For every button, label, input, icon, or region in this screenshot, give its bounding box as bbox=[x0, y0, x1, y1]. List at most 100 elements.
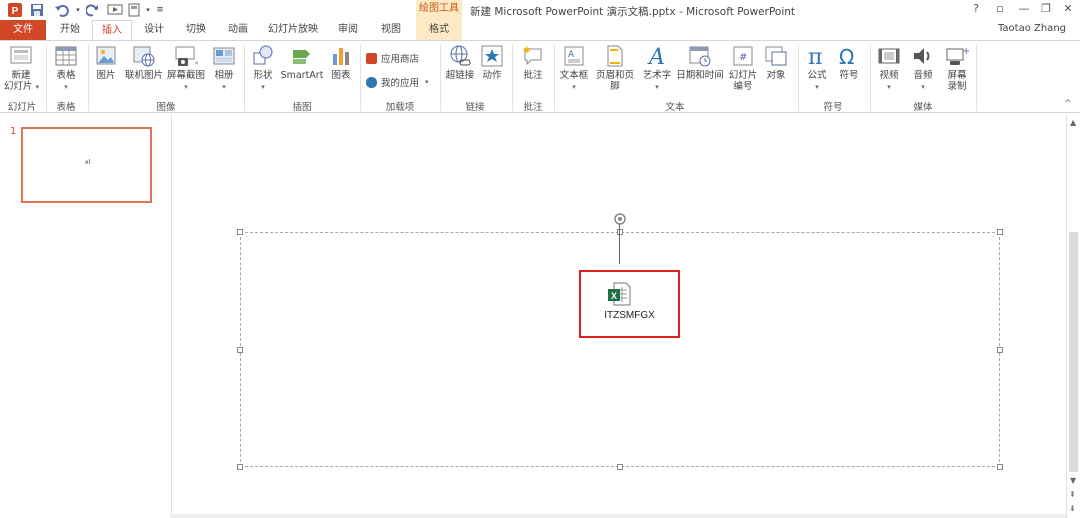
hyperlink-button[interactable]: 超链接 bbox=[444, 44, 476, 81]
video-button[interactable]: 视频 ▾ bbox=[874, 44, 904, 93]
customize-qat-icon[interactable]: ≡ bbox=[156, 2, 164, 18]
header-footer-icon bbox=[603, 44, 627, 68]
slide-number-button[interactable]: # 幻灯片 编号 bbox=[726, 44, 760, 92]
qat-more-icon[interactable]: ▾ bbox=[144, 2, 152, 18]
scrollbar-thumb[interactable] bbox=[1069, 232, 1078, 472]
resize-handle[interactable] bbox=[237, 347, 243, 353]
new-slide-label: 新建 幻灯片 ▾ bbox=[4, 70, 40, 92]
online-picture-button[interactable]: 联机图片 bbox=[122, 44, 166, 81]
tab-transitions[interactable]: 切换 bbox=[176, 20, 216, 40]
vertical-scrollbar[interactable]: ▲ ▼ ⇞ ⇟ bbox=[1066, 114, 1080, 518]
group-images-label: 图像 bbox=[156, 102, 176, 113]
my-apps-button[interactable]: 我的应用 ▾ bbox=[366, 75, 429, 89]
help-button[interactable]: ? bbox=[968, 2, 984, 16]
tab-insert[interactable]: 插入 bbox=[92, 20, 132, 41]
picture-button[interactable]: 图片 bbox=[92, 44, 120, 81]
screen-record-label: 屏幕 录制 bbox=[947, 70, 967, 92]
rotate-icon[interactable] bbox=[613, 212, 627, 229]
selected-placeholder-frame[interactable] bbox=[240, 232, 1000, 467]
textbox-button[interactable]: A 文本框 ▾ bbox=[558, 44, 590, 93]
group-separator bbox=[244, 45, 245, 111]
shapes-button[interactable]: 形状 ▾ bbox=[248, 44, 278, 93]
tab-home[interactable]: 开始 bbox=[50, 20, 90, 40]
tab-file[interactable]: 文件 bbox=[0, 20, 46, 40]
group-media-label: 媒体 bbox=[913, 102, 933, 113]
group-slides-label: 幻灯片 bbox=[7, 102, 37, 113]
smartart-label: SmartArt bbox=[280, 70, 324, 81]
album-button[interactable]: 相册 ▾ bbox=[208, 44, 240, 93]
slide-thumbnail[interactable]: xl bbox=[21, 127, 152, 203]
undo-dropdown-icon[interactable]: ▾ bbox=[74, 2, 82, 18]
tab-review[interactable]: 审阅 bbox=[328, 20, 368, 40]
resize-handle[interactable] bbox=[997, 229, 1003, 235]
svg-text:π: π bbox=[808, 45, 822, 68]
save-icon[interactable] bbox=[28, 2, 46, 18]
comment-icon: ✱ bbox=[521, 44, 545, 68]
touch-mode-icon[interactable] bbox=[126, 2, 144, 18]
chart-label: 图表 bbox=[331, 70, 351, 81]
chart-icon bbox=[329, 44, 353, 68]
screen-record-icon: + bbox=[945, 44, 970, 68]
start-slideshow-icon[interactable] bbox=[106, 2, 124, 18]
collapse-ribbon-icon[interactable]: ^ bbox=[1064, 99, 1072, 109]
tab-slideshow[interactable]: 幻灯片放映 bbox=[260, 20, 326, 40]
title-bar: P ▾ ▾ ≡ 绘图工具 新建 Microsoft PowerPoint 演示文… bbox=[0, 0, 1080, 20]
ribbon-display-options-button[interactable]: ▫ bbox=[992, 2, 1008, 16]
close-button[interactable]: ✕ bbox=[1060, 2, 1076, 16]
object-button[interactable]: 对象 bbox=[762, 44, 790, 81]
svg-text:✱: ✱ bbox=[523, 46, 531, 56]
scroll-up-icon[interactable]: ▲ bbox=[1070, 118, 1076, 127]
table-button[interactable]: 表格 ▾ bbox=[50, 44, 82, 93]
table-label: 表格 bbox=[56, 70, 76, 81]
minimize-button[interactable]: — bbox=[1016, 2, 1032, 16]
resize-handle[interactable] bbox=[617, 229, 623, 235]
smartart-button[interactable]: SmartArt bbox=[280, 44, 324, 81]
resize-handle[interactable] bbox=[617, 464, 623, 470]
next-slide-icon[interactable]: ⇟ bbox=[1069, 504, 1076, 513]
tab-format[interactable]: 格式 bbox=[416, 20, 462, 40]
speaker-icon bbox=[911, 44, 935, 68]
ribbon-tabs: 文件 开始 插入 设计 切换 动画 幻灯片放映 审阅 视图 格式 bbox=[0, 20, 1080, 41]
horizontal-scrollbar[interactable] bbox=[170, 514, 1066, 518]
app-store-button[interactable]: 应用商店 bbox=[366, 51, 419, 65]
audio-button[interactable]: 音频 ▾ bbox=[908, 44, 938, 93]
highlight-annotation-box bbox=[579, 270, 680, 338]
slide-number: 1 bbox=[10, 126, 17, 137]
symbol-button[interactable]: Ω 符号 bbox=[834, 44, 864, 81]
resize-handle[interactable] bbox=[997, 347, 1003, 353]
group-separator bbox=[870, 45, 871, 111]
group-comments-label: 批注 bbox=[523, 102, 543, 113]
chart-button[interactable]: 图表 bbox=[326, 44, 356, 81]
online-picture-label: 联机图片 bbox=[124, 70, 163, 81]
header-footer-label: 页眉和页脚 bbox=[595, 70, 634, 92]
new-slide-button[interactable]: 新建 幻灯片 ▾ bbox=[4, 44, 40, 93]
group-addins-label: 加载项 bbox=[385, 102, 415, 113]
previous-slide-icon[interactable]: ⇞ bbox=[1069, 490, 1076, 499]
action-button[interactable]: 动作 bbox=[478, 44, 506, 81]
svg-text:Ω: Ω bbox=[839, 45, 854, 68]
window-title: 新建 Microsoft PowerPoint 演示文稿.pptx - Micr… bbox=[470, 6, 796, 18]
resize-handle[interactable] bbox=[237, 464, 243, 470]
group-separator bbox=[440, 45, 441, 111]
group-separator bbox=[554, 45, 555, 111]
scroll-down-icon[interactable]: ▼ bbox=[1070, 476, 1076, 485]
tab-animations[interactable]: 动画 bbox=[218, 20, 258, 40]
header-footer-button[interactable]: 页眉和页脚 bbox=[592, 44, 638, 92]
screenshot-button[interactable]: + 屏幕截图▾ bbox=[166, 44, 206, 93]
redo-icon[interactable] bbox=[84, 2, 102, 18]
screen-record-button[interactable]: + 屏幕 录制 bbox=[942, 44, 972, 92]
maximize-button[interactable]: ❐ bbox=[1038, 2, 1054, 16]
tab-view[interactable]: 视图 bbox=[370, 20, 412, 40]
screenshot-icon: + bbox=[174, 44, 202, 69]
my-apps-dropdown-icon[interactable]: ▾ bbox=[425, 78, 429, 86]
date-time-button[interactable]: 日期和时间 bbox=[676, 44, 724, 81]
comment-button[interactable]: ✱ 批注 bbox=[518, 44, 548, 81]
slide-number-label: 幻灯片 编号 bbox=[728, 70, 758, 92]
resize-handle[interactable] bbox=[237, 229, 243, 235]
resize-handle[interactable] bbox=[997, 464, 1003, 470]
equation-button[interactable]: π 公式 ▾ bbox=[802, 44, 832, 93]
wordart-button[interactable]: A 艺术字 ▾ bbox=[640, 44, 674, 93]
tab-design[interactable]: 设计 bbox=[134, 20, 174, 40]
undo-icon[interactable] bbox=[52, 2, 72, 18]
user-name[interactable]: Taotao Zhang bbox=[998, 23, 1066, 34]
